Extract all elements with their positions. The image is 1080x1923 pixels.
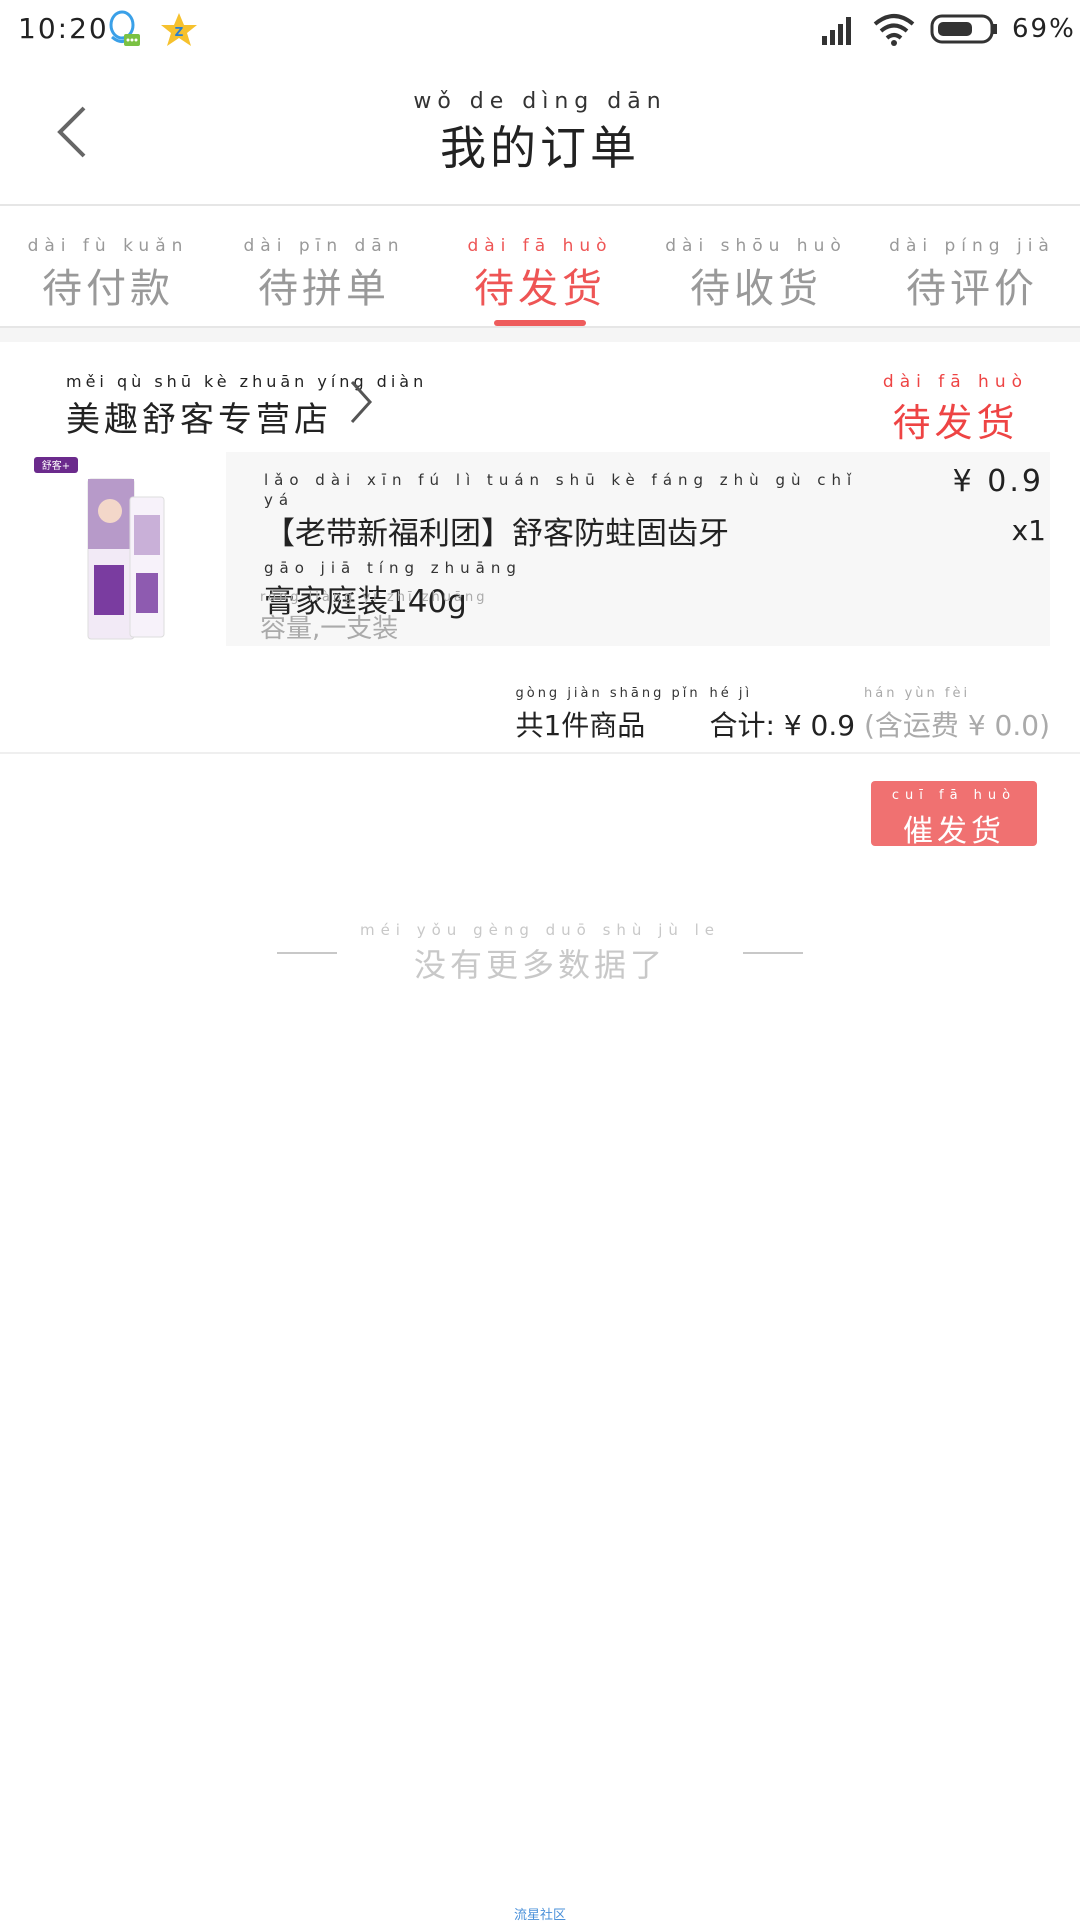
urge-shipment-label: 催发货	[903, 814, 1005, 849]
tab-pending-receipt[interactable]: dài shōu huò 待收货	[648, 236, 864, 314]
summary-pinyin: gòng jiàn shāng pǐn	[515, 686, 701, 701]
product-spec: róng liàng yī zhī zhuāng 容量,一支装	[260, 588, 487, 645]
product-image[interactable]: 舒客+	[30, 455, 170, 645]
summary-pinyin: hán yùn fèi	[864, 686, 971, 701]
status-time: 10:20	[18, 12, 109, 45]
battery-percent: 69%	[1012, 14, 1076, 44]
product-title-pinyin: gāo jiā tíng zhuāng	[264, 559, 522, 577]
tab-pending-payment[interactable]: dài fù kuǎn 待付款	[0, 236, 216, 314]
product-price: ¥ 0.9	[952, 464, 1044, 499]
page-title: wǒ de dìng dān 我的订单	[413, 89, 667, 178]
tab-pending-shipment[interactable]: dài fā huò 待发货	[432, 236, 648, 314]
order-status: dài fā huò 待发货	[883, 372, 1028, 447]
summary-pinyin: hé jì	[709, 686, 753, 701]
signal-icon	[822, 17, 851, 45]
tab-pinyin: dài pīn dān	[243, 236, 405, 256]
footer-watermark: 流星社区	[513, 1908, 566, 1923]
hint-line-left	[276, 952, 337, 954]
order-status-text: 待发货	[892, 401, 1019, 445]
section-divider	[0, 328, 1080, 342]
total-value: ¥ 0.9	[783, 709, 856, 742]
no-more-data-hint: méi yǒu gèng duō shù jù le 没有更多数据了	[0, 920, 1080, 986]
product-info[interactable]: lǎo dài xīn fú lì tuán shū kè fáng zhù g…	[226, 452, 1050, 646]
order-status-tabs: dài fù kuǎn 待付款 dài pīn dān 待拼单 dài fā h…	[0, 206, 1080, 328]
tab-label: 待拼单	[258, 266, 390, 312]
active-tab-indicator	[494, 320, 586, 326]
total-label: 合计:	[709, 709, 775, 742]
product-spec-text: 容量,一支装	[260, 614, 399, 644]
store-header[interactable]: měi qù shū kè zhuān yíng diàn 美趣舒客专营店 dà…	[0, 342, 1080, 452]
product-spec-pinyin: róng liàng yī zhī zhuāng	[260, 590, 488, 605]
qzone-star-icon: Z	[161, 13, 197, 46]
order-status-pinyin: dài fā huò	[882, 372, 1028, 392]
product-title-pinyin: lǎo dài xīn fú lì tuán shū kè fáng zhù g…	[264, 471, 858, 509]
tab-pinyin: dài fù kuǎn	[27, 236, 189, 256]
no-more-data-text: 没有更多数据了	[413, 946, 666, 984]
tab-pinyin: dài shōu huò	[665, 236, 847, 256]
divider	[0, 752, 1080, 754]
page-title-text: 我的订单	[440, 121, 640, 175]
shipping-fee: (含运费 ¥ 0.0)	[864, 709, 1050, 742]
svg-text:Z: Z	[175, 25, 184, 39]
urge-shipment-pinyin: cuī fā huò	[891, 788, 1017, 803]
status-bar: 10:20 Z 69%	[0, 0, 1080, 62]
order-summary: gòng jiàn shāng pǐn 共1件商品 hé jì 合计: ¥ 0.9 …	[515, 684, 1050, 744]
chevron-right-icon[interactable]	[346, 378, 376, 426]
product-title-line: 【老带新福利团】舒客防蛀固齿牙	[264, 516, 729, 552]
tab-label: 待评价	[906, 266, 1038, 312]
tab-pinyin: dài píng jià	[889, 236, 1055, 256]
page-title-pinyin: wǒ de dìng dān	[413, 89, 667, 114]
tab-pending-group[interactable]: dài pīn dān 待拼单	[216, 236, 432, 314]
tab-pending-review[interactable]: dài píng jià 待评价	[864, 236, 1080, 314]
no-more-data-pinyin: méi yǒu gèng duō shù jù le	[359, 921, 721, 939]
svg-text:舒客+: 舒客+	[42, 459, 70, 472]
tab-pinyin: dài fā huò	[467, 236, 613, 256]
header: wǒ de dìng dān 我的订单	[0, 62, 1080, 206]
wifi-icon	[873, 14, 915, 46]
urge-shipment-button[interactable]: cuī fā huò 催发货	[871, 781, 1037, 849]
tab-label: 待付款	[42, 266, 174, 312]
qq-icon	[109, 10, 140, 46]
product-quantity: x1	[1011, 514, 1046, 547]
tab-label: 待收货	[690, 266, 822, 312]
battery-icon	[930, 14, 997, 44]
tab-label: 待发货	[474, 266, 606, 312]
hint-line-right	[743, 952, 804, 954]
item-count: 共1件商品	[515, 709, 646, 742]
